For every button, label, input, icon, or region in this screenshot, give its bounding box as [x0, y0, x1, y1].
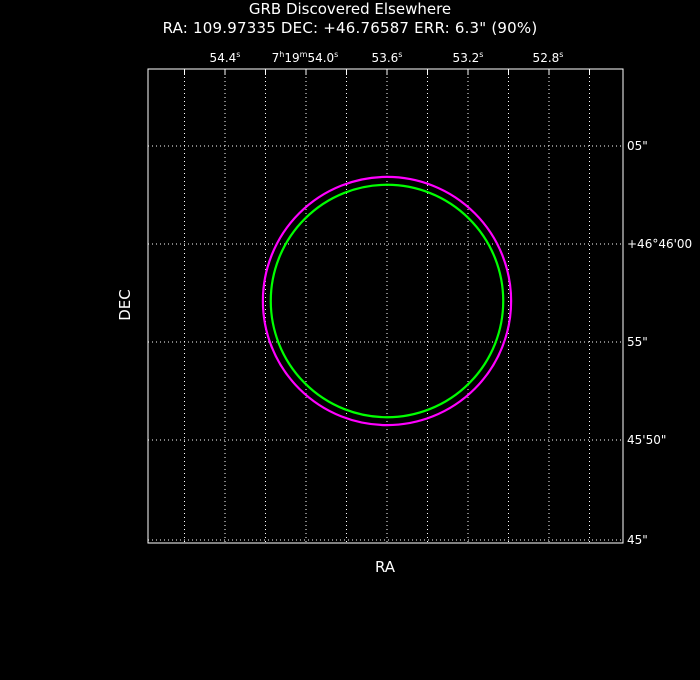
dec-tick-label: 55" — [627, 335, 648, 349]
plot-area — [147, 68, 624, 544]
dec-tick-label: +46°46'00 — [627, 237, 693, 251]
y-axis-label: DEC — [116, 289, 134, 321]
ra-tick-label: 53.2s — [452, 50, 484, 65]
ra-tick-label: 54.4s — [209, 50, 241, 65]
dec-tick-label: 45" — [627, 533, 648, 547]
ra-tick-label: 52.8s — [532, 50, 564, 65]
x-axis-label: RA — [374, 558, 396, 576]
dec-tick-label: 05" — [627, 139, 648, 153]
ra-tick-label: 7h19m54.0s — [271, 50, 339, 65]
plot-frame — [147, 68, 624, 544]
ra-tick-label: 53.6s — [371, 50, 403, 65]
dec-tick-label: 45'50" — [627, 433, 667, 447]
